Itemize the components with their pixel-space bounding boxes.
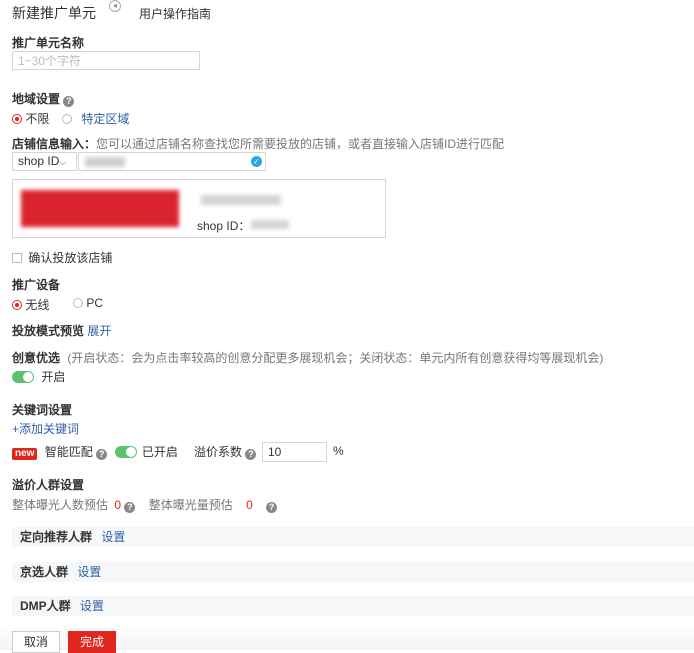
radio-selected-icon[interactable]	[12, 300, 22, 310]
percent-sign: %	[333, 444, 344, 458]
smart-match-row: new 智能匹配 ? 已开启	[12, 443, 178, 460]
premium-label: 溢价系数	[194, 445, 243, 459]
shop-info-label: 店铺信息输入：	[12, 137, 97, 151]
device-label: 推广设备	[12, 278, 61, 292]
people-estimate-label: 整体曝光人数预估	[12, 498, 109, 512]
group-name: 定向推荐人群	[20, 530, 93, 544]
group-row-jingxuan: 京选人群 设置	[12, 562, 694, 582]
shop-card-id-label: shop ID：	[197, 219, 251, 233]
shop-type-select[interactable]: shop ID⌵	[12, 152, 77, 171]
creative-toggle[interactable]	[12, 371, 34, 383]
premium-input[interactable]	[262, 442, 327, 462]
region-option-unlimited[interactable]: 不限	[12, 110, 49, 127]
shop-info-row: 店铺信息输入：您可以通过店铺名称查找您所需要投放的店铺，或者直接输入店铺ID进行…	[12, 135, 504, 152]
guide-icon[interactable]: ◂	[109, 0, 121, 12]
creative-label: 创意优选	[12, 351, 61, 365]
unit-name-label: 推广单元名称	[12, 36, 85, 50]
radio-selected-icon[interactable]	[12, 114, 22, 124]
region-label-text: 地域设置	[12, 92, 61, 106]
smart-match-toggle[interactable]	[114, 446, 137, 458]
help-icon[interactable]: ?	[266, 502, 278, 513]
premium-label-row: 溢价系数 ?	[194, 443, 257, 460]
preview-expand-link[interactable]: 展开	[87, 324, 111, 338]
smart-match-state: 已开启	[141, 445, 178, 459]
masked-shop-id	[85, 157, 125, 167]
device-option-wireless[interactable]: 无线	[12, 296, 49, 313]
crowd-estimates-row: 整体曝光人数预估 0 ? 整体曝光量预估 0 ?	[12, 496, 278, 513]
region-option-label: 不限	[25, 112, 50, 126]
group-settings-link[interactable]: 设置	[101, 530, 125, 544]
crowd-label: 溢价人群设置	[12, 478, 85, 492]
add-keyword-link[interactable]: +添加关键词	[12, 420, 79, 437]
radio-icon[interactable]	[73, 298, 83, 308]
user-guide-link[interactable]: 用户操作指南	[139, 5, 211, 22]
region-option-label: 特定区域	[81, 112, 130, 126]
volume-estimate-value: 0	[246, 498, 253, 512]
new-badge: new	[12, 448, 38, 460]
device-option-label: PC	[86, 296, 104, 310]
region-option-specific[interactable]: 特定区域	[62, 110, 129, 127]
masked-shop-name	[201, 195, 281, 205]
chevron-down-icon: ⌵	[59, 157, 67, 167]
masked-shop-id-value	[251, 220, 289, 229]
shop-card: shop ID：	[12, 179, 386, 238]
group-name: 京选人群	[20, 565, 69, 579]
group-name: DMP人群	[20, 599, 71, 613]
smart-match-label: 智能匹配	[44, 445, 93, 459]
keywords-label: 关键词设置	[12, 403, 73, 417]
check-valid-icon: ✓	[251, 156, 262, 167]
group-row-dmp: DMP人群 设置	[12, 596, 694, 616]
group-settings-link[interactable]: 设置	[80, 599, 104, 613]
radio-icon[interactable]	[62, 114, 72, 124]
people-estimate-value: 0	[114, 498, 122, 512]
group-row-targeted: 定向推荐人群 设置	[12, 527, 694, 547]
preview-row: 投放模式预览 展开	[12, 322, 111, 339]
region-label: 地域设置 ?	[12, 90, 75, 107]
shop-info-hint: 您可以通过店铺名称查找您所需要投放的店铺，或者直接输入店铺ID进行匹配	[96, 137, 505, 151]
creative-toggle-row: 开启	[12, 368, 65, 385]
help-icon[interactable]: ?	[245, 449, 257, 460]
confirm-shop-checkbox[interactable]	[12, 253, 22, 263]
help-icon[interactable]: ?	[63, 96, 75, 107]
confirm-shop-row[interactable]: 确认投放该店铺	[12, 249, 112, 266]
unit-name-input[interactable]	[12, 51, 200, 70]
creative-row: 创意优选 (开启状态：会为点击率较高的创意分配更多展现机会；关闭状态：单元内所有…	[12, 349, 603, 366]
shop-type-value: shop ID	[18, 154, 60, 168]
shop-id-input[interactable]: ✓	[78, 152, 266, 171]
device-option-pc[interactable]: PC	[73, 296, 103, 310]
preview-label: 投放模式预览	[12, 324, 85, 338]
volume-estimate-label: 整体曝光量预估	[148, 498, 233, 512]
device-option-label: 无线	[25, 298, 50, 312]
creative-state: 开启	[41, 370, 66, 384]
help-icon[interactable]: ?	[96, 449, 108, 460]
page-title: 新建推广单元	[12, 5, 96, 21]
group-settings-link[interactable]: 设置	[77, 565, 101, 579]
shop-logo	[21, 190, 179, 227]
help-icon[interactable]: ?	[124, 502, 136, 513]
confirm-shop-label: 确认投放该店铺	[28, 251, 113, 265]
shop-card-id: shop ID：	[197, 217, 250, 234]
creative-hint: (开启状态：会为点击率较高的创意分配更多展现机会；关闭状态：单元内所有创意获得均…	[67, 351, 604, 365]
